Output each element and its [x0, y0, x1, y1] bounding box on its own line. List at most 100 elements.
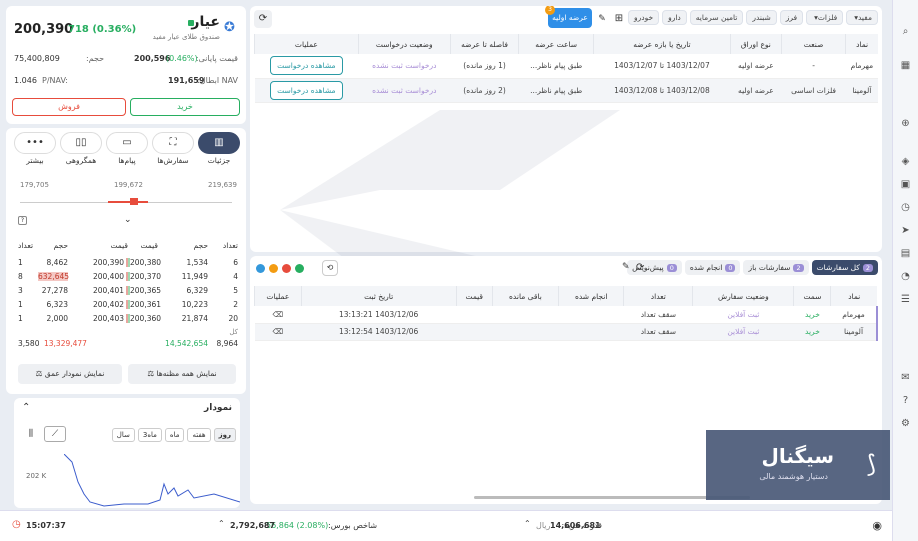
buying-power-value: 14,606,681 [550, 521, 601, 530]
line-chart-button[interactable]: ⟋ [44, 426, 66, 442]
tab-more[interactable]: ••• بیشتر [14, 132, 56, 168]
document-icon[interactable]: ▤ [897, 244, 915, 262]
show-all-quotes-button[interactable]: ⚖ نمایش همه مظنه‌ها [128, 364, 236, 384]
tab-details[interactable]: ▥ جزئیات [198, 132, 240, 168]
table-row[interactable]: مهرمام - عرضه اولیه 1403/12/07 تا 1403/12/0… [254, 54, 878, 78]
order-cell: 1403/12/06 13:12:54 [339, 327, 419, 336]
opt-icon[interactable]: ◈ [897, 152, 915, 170]
ob-cell: 6,323 [46, 299, 68, 309]
chat-icon[interactable]: ✉ [897, 368, 915, 386]
order-cell [558, 306, 623, 323]
order-header: انجام شده [557, 286, 624, 306]
table-row[interactable]: آلومینا خرید ثبت آفلاین سقف تعداد 1403/12/06… [254, 323, 879, 340]
ob-cell: 8,462 [46, 257, 68, 267]
table-row[interactable]: مهرمام خرید ثبت آفلاین سقف تعداد 1403/12/06 … [254, 306, 879, 323]
ob-header: تعداد [222, 241, 238, 250]
wallet-icon[interactable]: ▣ [897, 175, 915, 193]
sell-button[interactable]: فروش [12, 98, 126, 116]
user-icon[interactable]: ◉ [872, 519, 882, 532]
clock-icon[interactable]: ◷ [897, 198, 915, 216]
ipo-cell: 1403/12/08 تا 1403/12/08 [614, 85, 710, 95]
chart-range-0[interactable]: روز [213, 428, 236, 442]
order-tab-count: 0 [725, 263, 736, 272]
ob-cell: 200,360 [128, 313, 162, 323]
orderbook-row[interactable]: 1 2,000 200,403 200,360 21,874 20 [18, 311, 238, 325]
ob-cell: 200,401 [68, 285, 128, 295]
dot-green[interactable] [295, 264, 304, 273]
ob-cell: 1 [18, 257, 23, 267]
ob-cell: 2,000 [46, 313, 68, 323]
edit-orders-icon[interactable]: ✎ [622, 262, 630, 272]
view-request-button[interactable]: مشاهده درخواست [270, 56, 343, 76]
trash-icon[interactable]: ⌫ [273, 327, 284, 336]
orderbook-row[interactable]: 8 632,645 200,400 200,370 11,949 4 [18, 269, 238, 283]
collapse-icon[interactable]: ⌄ [124, 215, 132, 225]
ipo-header: عملیات [254, 34, 359, 54]
trash-icon[interactable]: ⌫ [273, 310, 284, 319]
dot-red[interactable] [282, 264, 291, 273]
order-tab-1[interactable]: سفارشات باز 2 [743, 260, 809, 275]
ipo-header: نوع اوراق [729, 34, 782, 54]
ipo-header: تاریخ یا بازه عرضه [593, 34, 731, 54]
ipo-header: وضعیت درخواست [357, 34, 451, 54]
buy-button[interactable]: خرید [130, 98, 240, 116]
watchlist-tab-1[interactable]: ▾فلزات [806, 10, 844, 25]
apps-icon[interactable]: ⊕ [897, 114, 915, 132]
tab-messages[interactable]: ▭ پیام‌ها [106, 132, 148, 168]
order-cell [456, 306, 492, 323]
chart-range-3[interactable]: 3ماه [137, 428, 162, 442]
order-tab-2[interactable]: انجام شده 0 [684, 260, 741, 275]
chevron-up-icon[interactable]: ⌃ [218, 519, 225, 528]
ob-cell: 200,380 [128, 257, 162, 267]
help-circle-icon[interactable]: ? [897, 391, 915, 409]
order-cell: ثبت آفلاین [727, 309, 760, 319]
order-header: قیمت [455, 286, 493, 306]
edit-icon[interactable]: ✎ [594, 10, 610, 28]
tab-peers[interactable]: ▯▯ همگروهی [60, 132, 102, 168]
chart-range-buttons: روز هفته ماه 3ماه سال [111, 428, 236, 442]
watchlist-tab-5[interactable]: دارو [662, 10, 687, 25]
table-row[interactable]: آلومینا فلزات اساسی عرضه اولیه 1403/12/08 ت… [254, 78, 878, 102]
ipo-table: نماد صنعت نوع اوراق تاریخ یا بازه عرضه ساعت … [254, 34, 878, 103]
send-icon[interactable]: ➤ [897, 221, 915, 239]
watchlist-tab-4[interactable]: تامین سرمایه [689, 10, 744, 25]
watchlist-tab-0[interactable]: ▾مفید [846, 10, 878, 25]
refresh-orders-icon[interactable]: ⟳ [636, 262, 644, 273]
ob-cell: 6,329 [186, 285, 208, 295]
orderbook-row[interactable]: 1 8,462 200,390 200,380 1,534 6 [18, 255, 238, 269]
chevron-up-icon[interactable]: ⌃ [22, 402, 30, 413]
list-icon[interactable]: ☰ [897, 290, 915, 308]
star-icon[interactable]: ✪ [224, 20, 238, 35]
dot-blue[interactable] [256, 264, 265, 273]
watchlist-tab-3[interactable]: شبندر [746, 10, 777, 25]
order-tab-0[interactable]: کل سفارشات 2 [811, 260, 878, 275]
watchlist-tabs: ▾مفید ▾فلزات فرز شبندر تامین سرمایه دارو خودرو [625, 10, 878, 25]
history-icon[interactable]: ⟲ [322, 260, 338, 276]
dashboard-icon[interactable]: ▦ [897, 56, 915, 74]
view-request-button[interactable]: مشاهده درخواست [270, 80, 343, 100]
watchlist-tab-6[interactable]: خودرو [627, 10, 660, 25]
order-tab-count: 2 [862, 263, 873, 272]
order-cell: آلومینا [830, 323, 879, 340]
order-header: باقی مانده [491, 286, 559, 306]
chart-range-2[interactable]: ماه [164, 428, 185, 442]
show-depth-chart-button[interactable]: ⚖ نمایش نمودار عمق [18, 364, 122, 384]
chart-range-1[interactable]: هفته [187, 428, 211, 442]
ob-cell: 2 [233, 299, 238, 309]
settings-icon[interactable]: ⚙ [897, 414, 915, 432]
watchlist-tab-2[interactable]: فرز [779, 10, 804, 25]
dot-orange[interactable] [269, 264, 278, 273]
refresh-icon[interactable]: ⟳ [254, 10, 272, 28]
help-icon[interactable]: ? [18, 216, 27, 225]
tab-orders[interactable]: ⛶ سفارش‌ها [152, 132, 194, 168]
bell-icon[interactable]: ◔ [897, 267, 915, 285]
chart-range-4[interactable]: سال [111, 428, 135, 442]
ob-header: تعداد [18, 241, 34, 250]
search-icon[interactable]: ⌕ [897, 22, 915, 40]
orderbook-row[interactable]: 1 6,323 200,402 200,361 10,223 2 [18, 297, 238, 311]
chevron-up-icon[interactable]: ⌃ [524, 519, 531, 528]
add-watchlist-icon[interactable]: ⊞ [610, 10, 628, 28]
orderbook-row[interactable]: 3 27,278 200,401 200,365 6,329 5 [18, 283, 238, 297]
candle-chart-button[interactable]: ⫼ [22, 426, 40, 442]
order-cell: سقف تعداد [640, 327, 676, 336]
